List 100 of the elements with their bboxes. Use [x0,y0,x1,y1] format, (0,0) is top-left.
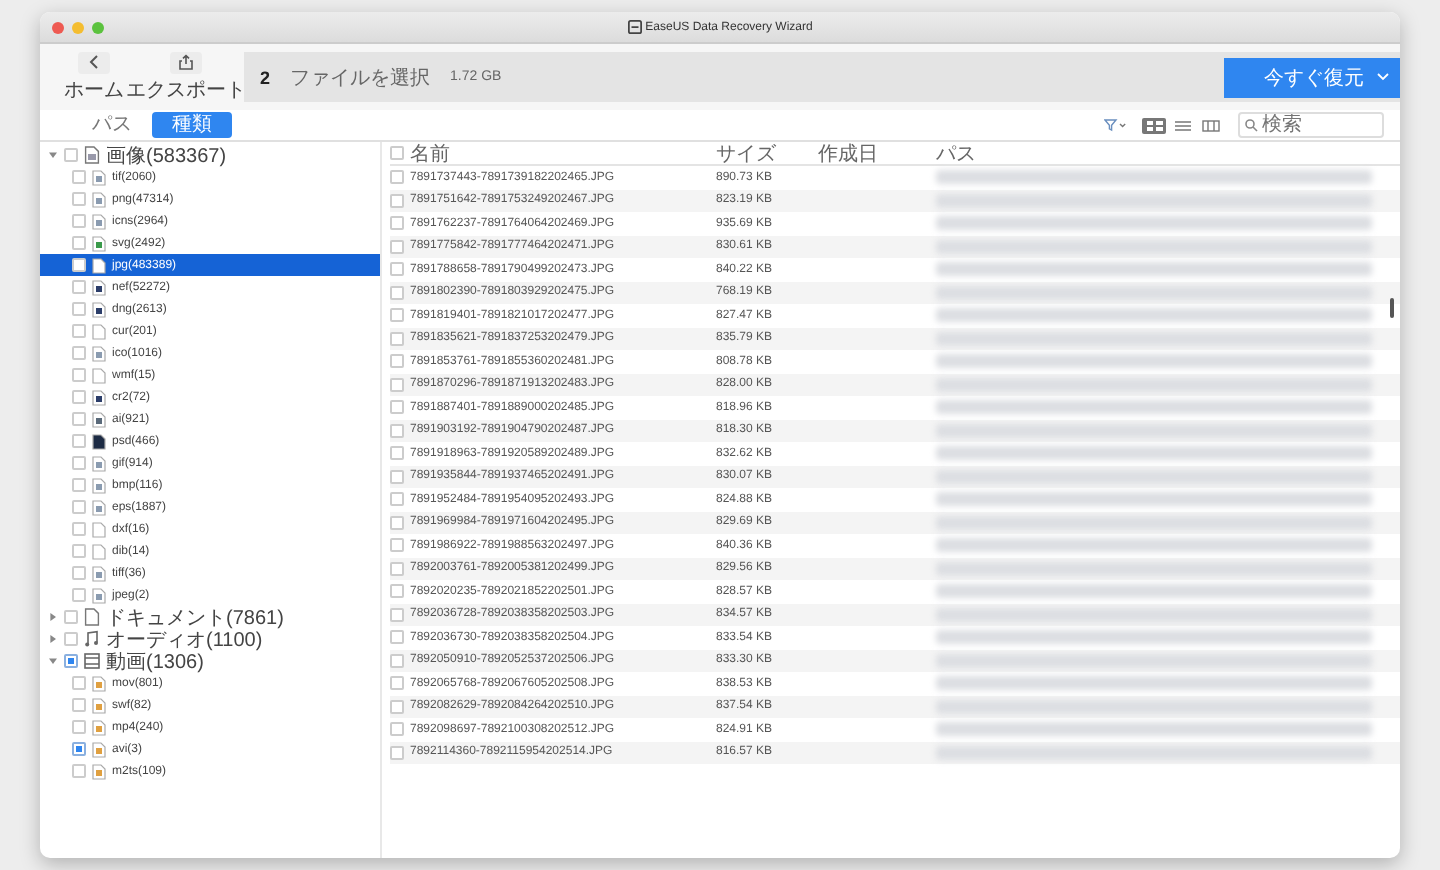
checkbox[interactable] [64,654,78,668]
row-checkbox[interactable] [390,170,404,185]
checkbox[interactable] [72,434,86,448]
row-checkbox[interactable] [390,331,404,346]
checkbox[interactable] [72,368,86,382]
checkbox[interactable] [72,258,86,272]
file-icon [92,389,106,405]
columns-view-button[interactable] [1198,117,1222,133]
checkbox[interactable] [72,566,86,580]
expanded-arrow-icon[interactable] [48,656,58,666]
checkbox[interactable] [72,192,86,206]
row-checkbox[interactable] [390,216,404,231]
file-icon [92,719,106,735]
row-checkbox[interactable] [390,239,404,254]
checkbox[interactable] [64,148,78,162]
column-header[interactable]: パス [936,139,1400,167]
view-tab[interactable]: 種類 [152,112,232,138]
checkbox[interactable] [72,588,86,602]
row-checkbox[interactable] [390,745,404,760]
checkbox[interactable] [72,764,86,778]
row-checkbox[interactable] [390,630,404,645]
checkbox[interactable] [72,500,86,514]
view-tab[interactable]: パス [72,112,152,138]
close-icon[interactable] [52,21,64,33]
collapsed-arrow-icon[interactable] [48,634,58,644]
checkbox[interactable] [72,214,86,228]
checkbox[interactable] [72,412,86,426]
column-header[interactable]: 名前 [410,139,710,167]
tree-item[interactable]: 画像(583367) [106,141,227,169]
row-checkbox[interactable] [390,446,404,461]
app-icon [627,20,642,34]
row-checkbox[interactable] [390,308,404,323]
checkbox[interactable] [72,280,86,294]
row-checkbox[interactable] [390,193,404,208]
checkbox[interactable] [72,522,86,536]
back-button[interactable] [78,51,110,73]
column-header[interactable]: サイズ [716,139,812,167]
row-checkbox[interactable] [390,584,404,599]
row-checkbox[interactable] [390,699,404,714]
row-checkbox[interactable] [390,400,404,415]
search-field[interactable]: 検索 [1238,112,1384,138]
checkbox[interactable] [72,698,86,712]
file-icon [92,477,106,493]
caret-icon[interactable] [1376,72,1390,82]
file-icon [92,741,106,757]
file-icon [92,213,106,229]
scrollbar-thumb[interactable] [1390,298,1394,318]
row-checkbox[interactable] [390,607,404,622]
checkbox[interactable] [72,456,86,470]
row-checkbox[interactable] [390,653,404,668]
file-icon [92,301,106,317]
row-checkbox[interactable] [390,285,404,300]
row-checkbox[interactable] [390,676,404,691]
row-checkbox[interactable] [390,377,404,392]
checkbox[interactable] [72,676,86,690]
selected-count: 2 [260,67,271,87]
checkbox[interactable] [64,632,78,646]
search-icon [1244,118,1258,132]
grid-view-button[interactable] [1142,117,1166,133]
recover-button[interactable]: 今すぐ復元 [1224,57,1400,97]
checkbox[interactable] [72,302,86,316]
tree-item[interactable]: オーディオ(1100) [106,625,263,653]
checkbox[interactable] [72,544,86,558]
zoom-icon[interactable] [92,21,104,33]
file-icon [92,235,106,251]
tree-item[interactable]: 動画(1306) [106,647,204,675]
column-header[interactable]: 作成日 [818,139,930,167]
checkbox[interactable] [72,346,86,360]
checkbox[interactable] [72,236,86,250]
row-checkbox[interactable] [390,538,404,553]
expanded-arrow-icon[interactable] [48,150,58,160]
checkbox[interactable] [72,170,86,184]
filter-icon[interactable] [1104,118,1126,132]
checkbox[interactable] [64,610,78,624]
file-icon [92,763,106,779]
checkbox[interactable] [72,390,86,404]
select-all-checkbox[interactable] [390,146,404,160]
row-checkbox[interactable] [390,561,404,576]
checkbox[interactable] [72,742,86,756]
row-checkbox[interactable] [390,469,404,484]
file-icon [92,345,106,361]
share-icon [178,54,194,70]
row-checkbox[interactable] [390,354,404,369]
minimize-icon[interactable] [72,21,84,33]
export-button[interactable] [170,51,202,73]
row-checkbox[interactable] [390,262,404,277]
checkbox[interactable] [72,324,86,338]
file-icon [92,323,106,339]
list-view-button[interactable] [1170,117,1194,133]
row-checkbox[interactable] [390,423,404,438]
row-checkbox[interactable] [390,492,404,507]
file-icon [92,565,106,581]
tree-item[interactable]: ドキュメント(7861) [106,603,284,631]
checkbox[interactable] [72,478,86,492]
file-icon [92,455,106,471]
row-checkbox[interactable] [390,515,404,530]
collapsed-arrow-icon[interactable] [48,612,58,622]
checkbox[interactable] [72,720,86,734]
row-checkbox[interactable] [390,722,404,737]
file-icon [92,191,106,207]
